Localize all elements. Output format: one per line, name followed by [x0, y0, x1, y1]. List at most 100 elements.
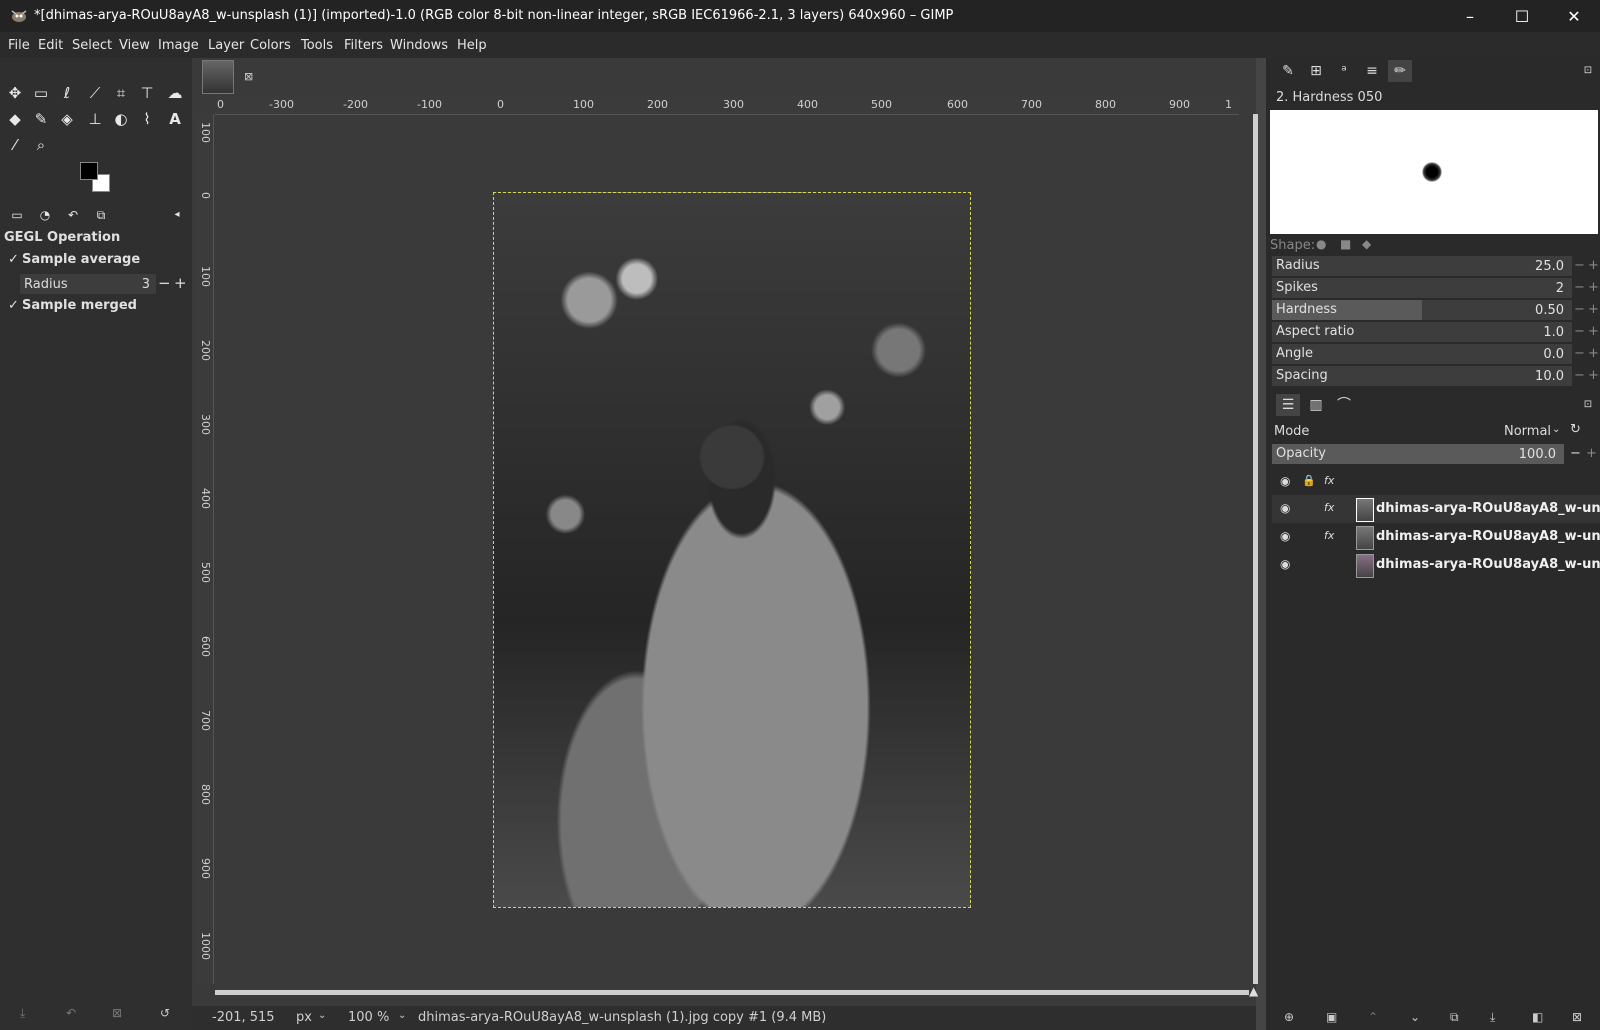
- layer-row[interactable]: ◉ fx dhimas-arya-ROuU8ayA8_w-unspla: [1272, 495, 1600, 523]
- undo-history-tab-icon[interactable]: ↶: [62, 204, 84, 226]
- channels-tab-icon[interactable]: ▥: [1304, 394, 1328, 416]
- paths-tab-icon[interactable]: ⌒: [1332, 394, 1356, 416]
- menu-filters[interactable]: Filters: [344, 38, 383, 53]
- layer-visibility-icon[interactable]: ◉: [1280, 501, 1290, 515]
- opacity-slider[interactable]: Opacity 100.0: [1272, 444, 1564, 464]
- right-dock-menu-icon[interactable]: ⊡: [1576, 60, 1600, 82]
- layer-row[interactable]: ◉ fx dhimas-arya-ROuU8ayA8_w-unspla: [1272, 523, 1600, 551]
- document-history-tab-icon[interactable]: ≡: [1360, 60, 1384, 82]
- patterns-tab-icon[interactable]: ⊞: [1304, 60, 1328, 82]
- brushes-tab-icon[interactable]: ✎: [1276, 60, 1300, 82]
- brush-spacing-slider[interactable]: Spacing 10.0: [1272, 366, 1572, 386]
- vertical-scrollbar[interactable]: [1253, 114, 1258, 984]
- opacity-label: Opacity: [1276, 446, 1327, 461]
- shape-square-icon[interactable]: ■: [1340, 237, 1351, 251]
- minimize-button[interactable]: –: [1444, 0, 1496, 32]
- layers-dock-menu-icon[interactable]: ⊡: [1576, 394, 1600, 416]
- text-tool-icon[interactable]: A: [164, 108, 186, 130]
- tool-options-tab-icon[interactable]: ▭: [6, 204, 28, 226]
- radius-increase-button[interactable]: +: [174, 274, 187, 292]
- save-options-icon[interactable]: ⤓: [20, 1006, 25, 1021]
- duplicate-layer-icon[interactable]: ⧉: [1450, 1010, 1459, 1025]
- transform-tool-icon[interactable]: ⊤: [136, 82, 158, 104]
- unit-chevron-icon[interactable]: ⌄: [318, 1010, 326, 1021]
- smudge-tool-icon[interactable]: ◐: [110, 108, 132, 130]
- radius-slider[interactable]: Radius 3: [20, 274, 156, 294]
- device-status-tab-icon[interactable]: ◔: [34, 204, 56, 226]
- close-image-tab-icon[interactable]: ⊠: [244, 70, 253, 83]
- anchor-layer-icon[interactable]: ⤓: [1490, 1010, 1495, 1025]
- zoom-select[interactable]: 100 %: [348, 1010, 389, 1025]
- paths-tool-icon[interactable]: ⌇: [136, 108, 158, 130]
- shape-circle-icon[interactable]: ●: [1316, 237, 1326, 251]
- menu-help[interactable]: Help: [457, 38, 487, 53]
- layers-tab-icon[interactable]: ☰: [1276, 394, 1300, 416]
- brush-spikes-slider[interactable]: Spikes 2: [1272, 278, 1572, 298]
- rect-select-tool-icon[interactable]: ▭: [30, 82, 52, 104]
- new-layer-group-icon[interactable]: ▣: [1326, 1010, 1337, 1024]
- lasso-tool-icon[interactable]: ℓ: [56, 82, 78, 104]
- maximize-button[interactable]: ☐: [1496, 0, 1548, 32]
- brush-spikes-value: 2: [1555, 281, 1564, 296]
- unit-select[interactable]: px: [296, 1010, 312, 1025]
- sample-merged-check-icon[interactable]: ✓: [8, 298, 19, 313]
- menu-image[interactable]: Image: [158, 38, 199, 53]
- brush-hardness-slider[interactable]: Hardness 0.50: [1272, 300, 1572, 320]
- image-tab-thumbnail[interactable]: [202, 60, 234, 94]
- lower-layer-icon[interactable]: ⌄: [1410, 1010, 1420, 1024]
- brush-spikes-label: Spikes: [1276, 280, 1318, 295]
- layer-visibility-icon[interactable]: ◉: [1280, 557, 1290, 571]
- move-tool-icon[interactable]: ✥: [4, 82, 26, 104]
- brush-editor-tab-icon[interactable]: ✏: [1388, 60, 1412, 82]
- close-button[interactable]: ✕: [1548, 0, 1600, 32]
- brush-angle-value: 0.0: [1543, 347, 1564, 362]
- warp-tool-icon[interactable]: ☁: [164, 82, 186, 104]
- sample-average-check-icon[interactable]: ✓: [8, 252, 19, 267]
- brush-spacing-value: 10.0: [1535, 369, 1564, 384]
- raise-layer-icon[interactable]: ⌃: [1368, 1010, 1378, 1024]
- paintbrush-tool-icon[interactable]: ✎: [30, 108, 52, 130]
- menu-view[interactable]: View: [119, 38, 150, 53]
- reset-options-icon[interactable]: ↺: [160, 1006, 170, 1020]
- delete-layer-icon[interactable]: ⊠: [1572, 1010, 1582, 1024]
- delete-options-icon[interactable]: ⊠: [112, 1006, 122, 1020]
- image-canvas[interactable]: [493, 192, 971, 908]
- layer-row[interactable]: ◉ dhimas-arya-ROuU8ayA8_w-unspla: [1272, 551, 1600, 579]
- navigate-icon[interactable]: ▲: [1249, 984, 1258, 998]
- clone-tool-icon[interactable]: ⊥: [84, 108, 106, 130]
- brush-radius-slider[interactable]: Radius 25.0: [1272, 256, 1572, 276]
- brush-angle-slider[interactable]: Angle 0.0: [1272, 344, 1572, 364]
- eraser-tool-icon[interactable]: ◈: [56, 108, 78, 130]
- tool-options-title: GEGL Operation: [4, 230, 121, 245]
- menu-edit[interactable]: Edit: [38, 38, 63, 53]
- radius-decrease-button[interactable]: −: [158, 274, 171, 292]
- menu-tools[interactable]: Tools: [301, 38, 333, 53]
- crop-tool-icon[interactable]: ⌗: [110, 82, 132, 104]
- zoom-chevron-icon[interactable]: ⌄: [398, 1010, 406, 1021]
- brush-aspect-ratio-slider[interactable]: Aspect ratio 1.0: [1272, 322, 1572, 342]
- bucket-fill-tool-icon[interactable]: ◆: [4, 108, 26, 130]
- zoom-tool-icon[interactable]: ⌕: [30, 134, 52, 156]
- foreground-color-swatch[interactable]: [80, 162, 98, 180]
- mode-switch-icon[interactable]: ↻: [1570, 422, 1581, 437]
- menu-file[interactable]: File: [8, 38, 30, 53]
- color-picker-tool-icon[interactable]: ⁄: [4, 134, 26, 156]
- images-tab-icon[interactable]: ⧉: [90, 204, 112, 226]
- restore-options-icon[interactable]: ↶: [66, 1006, 76, 1020]
- menu-windows[interactable]: Windows: [390, 38, 448, 53]
- layer-mask-icon[interactable]: ◧: [1532, 1010, 1543, 1024]
- horizontal-scrollbar[interactable]: [215, 990, 1249, 995]
- menu-select[interactable]: Select: [72, 38, 112, 53]
- layer-visibility-icon[interactable]: ◉: [1280, 529, 1290, 543]
- mode-select[interactable]: Normal: [1504, 424, 1551, 439]
- fuzzy-select-tool-icon[interactable]: ⟋: [84, 82, 106, 104]
- menu-layer[interactable]: Layer: [208, 38, 244, 53]
- dock-menu-icon[interactable]: ◂: [166, 204, 188, 226]
- fonts-tab-icon[interactable]: ᵃ: [1332, 60, 1356, 82]
- layer-effects-icon[interactable]: fx: [1324, 501, 1334, 514]
- new-layer-icon[interactable]: ⊕: [1284, 1010, 1294, 1024]
- layer-effects-icon[interactable]: fx: [1324, 529, 1334, 542]
- mode-chevron-icon[interactable]: ⌄: [1552, 424, 1560, 435]
- menu-colors[interactable]: Colors: [250, 38, 291, 53]
- shape-diamond-icon[interactable]: ◆: [1362, 237, 1371, 251]
